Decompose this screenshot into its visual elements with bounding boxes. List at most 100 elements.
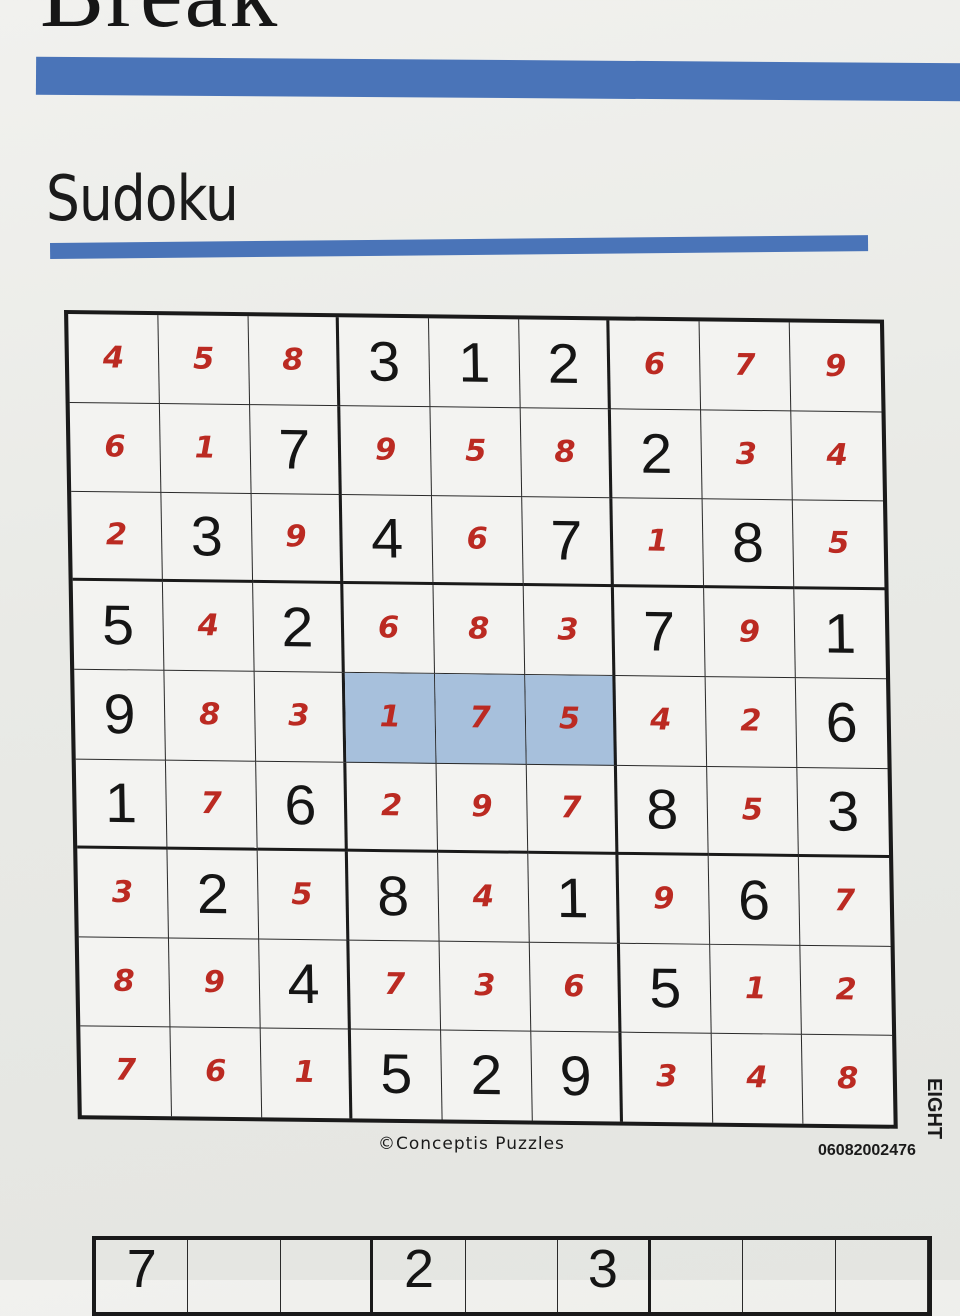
given-digit: 9 [559, 1044, 593, 1108]
handwritten-digit: 8 [113, 963, 136, 999]
sudoku-cell[interactable]: 6 [343, 584, 436, 675]
sudoku-cell[interactable]: 9 [340, 406, 432, 497]
sudoku-cell[interactable]: 1 [428, 318, 521, 409]
handwritten-digit: 3 [557, 612, 580, 649]
sudoku-cell[interactable]: 6 [69, 403, 162, 494]
sudoku-cell[interactable]: 6 [431, 496, 524, 587]
sudoku-cell[interactable]: 2 [610, 409, 703, 500]
sudoku-cell[interactable]: 5 [707, 766, 799, 857]
sudoku-cell[interactable]: 3 [161, 493, 254, 584]
sudoku-cell[interactable]: 6 [609, 320, 702, 411]
sudoku-cell[interactable]: 7 [526, 764, 619, 855]
given-digit: 4 [286, 951, 320, 1015]
given-digit: 8 [645, 776, 679, 841]
sudoku-cell[interactable]: 5 [430, 407, 523, 498]
sudoku-cell[interactable]: 7 [522, 497, 614, 588]
sudoku-cell[interactable]: 4 [615, 676, 708, 767]
sudoku-cell[interactable]: 2 [346, 762, 439, 853]
sudoku-cell[interactable]: 9 [704, 588, 796, 679]
next-puzzle-cell [188, 1240, 281, 1312]
sudoku-cell[interactable]: 1 [710, 944, 802, 1035]
sudoku-cell[interactable]: 3 [77, 848, 169, 939]
sudoku-cell[interactable]: 8 [347, 851, 440, 942]
sudoku-cell[interactable]: 2 [705, 677, 798, 768]
sudoku-cell[interactable]: 5 [350, 1029, 443, 1120]
sudoku-cell[interactable]: 5 [619, 943, 712, 1034]
sudoku-cell[interactable]: 1 [75, 759, 168, 850]
sudoku-cell[interactable]: 3 [338, 317, 431, 408]
handwritten-digit: 4 [746, 1060, 769, 1096]
handwritten-digit: 6 [466, 521, 489, 557]
handwritten-digit: 2 [739, 703, 762, 740]
sudoku-cell[interactable]: 5 [158, 315, 251, 406]
sudoku-cell[interactable]: 6 [256, 761, 348, 852]
handwritten-digit: 7 [560, 789, 583, 826]
sudoku-cell[interactable]: 7 [699, 321, 792, 412]
sudoku-cell[interactable]: 1 [260, 1028, 353, 1119]
sudoku-cell[interactable]: 1 [612, 498, 705, 589]
sudoku-cell[interactable]: 9 [789, 322, 882, 413]
sudoku-cell[interactable]: 5 [792, 500, 885, 591]
sudoku-cell[interactable]: 1 [344, 673, 437, 764]
sudoku-cell[interactable]: 8 [802, 1035, 894, 1125]
handwritten-digit: 8 [553, 434, 576, 470]
sudoku-cell[interactable]: 4 [711, 1033, 804, 1124]
handwritten-digit: 8 [467, 611, 490, 647]
sudoku-cell[interactable]: 7 [435, 674, 527, 765]
sudoku-cell[interactable]: 5 [257, 850, 350, 941]
sudoku-cell[interactable]: 9 [168, 938, 261, 1029]
sudoku-cell[interactable]: 6 [708, 855, 801, 946]
sudoku-cell[interactable]: 3 [621, 1032, 714, 1123]
sudoku-cell[interactable]: 3 [523, 586, 616, 677]
sudoku-cell[interactable]: 8 [248, 316, 341, 407]
sudoku-cell[interactable]: 9 [251, 494, 344, 585]
sudoku-cell[interactable]: 4 [791, 411, 883, 502]
sudoku-cell[interactable]: 7 [349, 940, 442, 1031]
next-puzzle-cell: 2 [373, 1240, 466, 1312]
sudoku-cell[interactable]: 8 [616, 765, 709, 856]
sudoku-cell[interactable]: 4 [341, 495, 434, 586]
sudoku-cell[interactable]: 7 [798, 856, 891, 947]
sudoku-cell[interactable]: 3 [439, 941, 532, 1032]
sudoku-cell[interactable]: 9 [436, 763, 529, 854]
sudoku-cell[interactable]: 5 [525, 675, 617, 766]
sudoku-cell[interactable]: 2 [441, 1030, 533, 1121]
sudoku-cell[interactable]: 1 [159, 404, 252, 495]
handwritten-digit: 1 [294, 1055, 316, 1091]
sudoku-cell[interactable]: 3 [254, 672, 347, 763]
sudoku-cell[interactable]: 8 [78, 937, 171, 1028]
sudoku-cell[interactable]: 8 [702, 499, 795, 590]
sudoku-cell[interactable]: 6 [529, 942, 622, 1033]
sudoku-cell[interactable]: 2 [253, 583, 345, 674]
sudoku-cell[interactable]: 3 [797, 767, 890, 858]
sudoku-cell[interactable]: 6 [170, 1027, 263, 1118]
sudoku-cell[interactable]: 7 [250, 405, 342, 496]
sudoku-cell[interactable]: 4 [438, 852, 530, 943]
sudoku-cell[interactable]: 2 [519, 319, 611, 410]
sudoku-cell[interactable]: 7 [80, 1026, 173, 1117]
handwritten-digit: 3 [735, 436, 758, 473]
sudoku-cell[interactable]: 4 [259, 939, 351, 1030]
sudoku-cell[interactable]: 7 [165, 760, 258, 851]
given-digit: 3 [367, 329, 401, 393]
given-digit: 1 [823, 601, 857, 666]
sudoku-cell[interactable]: 8 [433, 585, 526, 676]
sudoku-cell[interactable]: 9 [618, 854, 711, 945]
sudoku-cell[interactable]: 9 [531, 1031, 624, 1122]
sudoku-cell[interactable]: 2 [167, 849, 260, 940]
sudoku-grid: 4583126796179582342394671855426837919831… [64, 310, 898, 1129]
sudoku-cell[interactable]: 2 [800, 945, 893, 1036]
sudoku-cell[interactable]: 1 [794, 589, 887, 680]
sudoku-cell[interactable]: 2 [71, 492, 163, 583]
sudoku-cell[interactable]: 8 [164, 671, 257, 762]
sudoku-cell[interactable]: 6 [795, 678, 888, 769]
sudoku-cell[interactable]: 4 [162, 582, 255, 673]
sudoku-cell[interactable]: 8 [520, 408, 613, 499]
sudoku-cell[interactable]: 7 [613, 587, 706, 678]
sudoku-cell[interactable]: 1 [528, 853, 620, 944]
sudoku-cell[interactable]: 3 [701, 410, 793, 501]
sudoku-cell[interactable]: 4 [68, 314, 160, 405]
sudoku-cell[interactable]: 9 [74, 670, 166, 761]
handwritten-digit: 9 [738, 614, 761, 651]
sudoku-cell[interactable]: 5 [72, 581, 165, 672]
